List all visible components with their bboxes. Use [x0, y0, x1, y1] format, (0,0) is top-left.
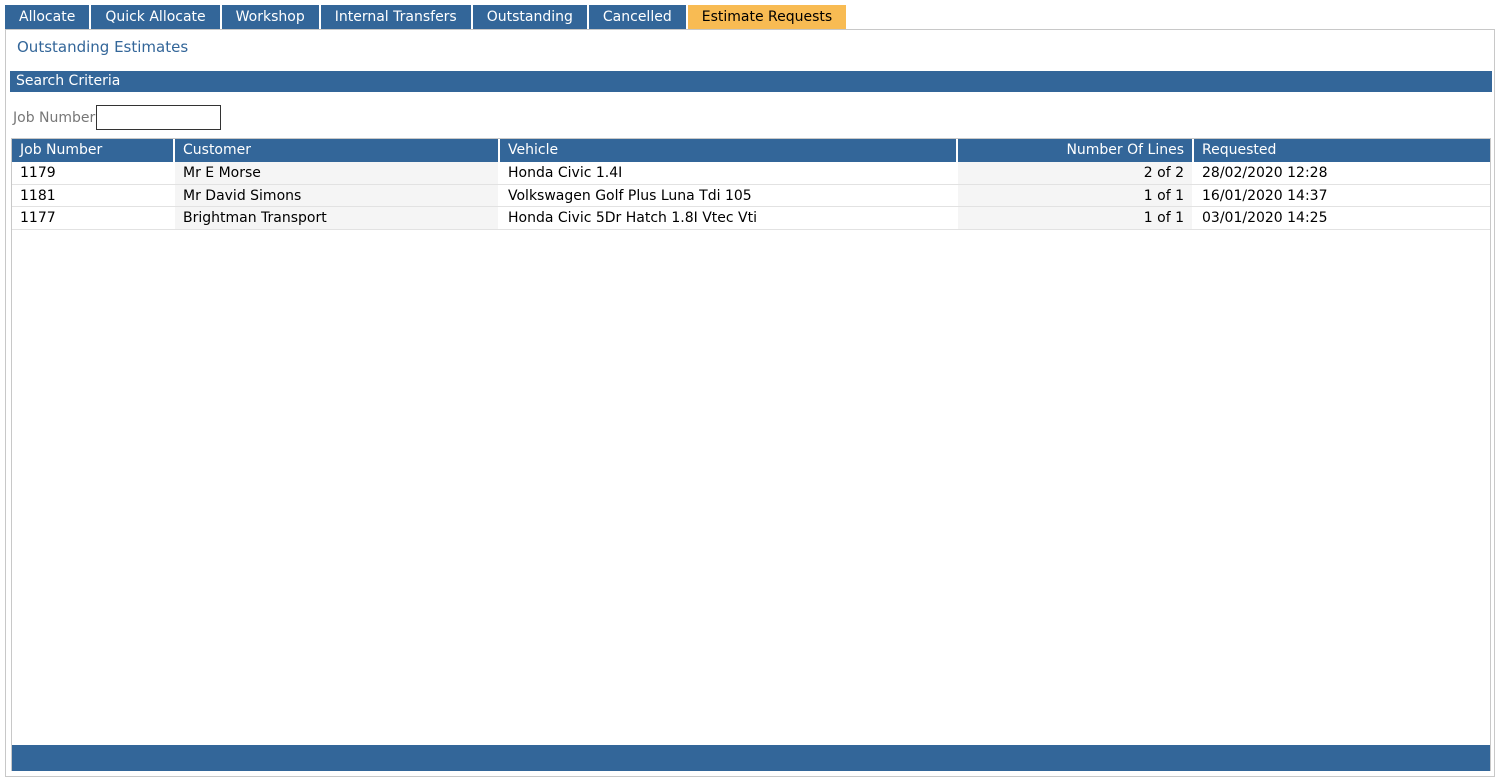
table-row[interactable]: 1181 Mr David Simons Volkswagen Golf Plu…	[12, 184, 1490, 207]
cell-job-number: 1177	[12, 207, 175, 229]
cell-customer: Mr E Morse	[175, 162, 500, 184]
cell-number-of-lines: 1 of 1	[958, 207, 1194, 229]
tab-workshop[interactable]: Workshop	[221, 5, 319, 30]
table-row[interactable]: 1177 Brightman Transport Honda Civic 5Dr…	[12, 207, 1490, 230]
tab-bar: Allocate Quick Allocate Workshop Interna…	[5, 5, 847, 30]
cell-customer: Brightman Transport	[175, 207, 500, 229]
cell-job-number: 1181	[12, 184, 175, 206]
column-header-job-number[interactable]: Job Number	[12, 139, 175, 162]
column-header-customer[interactable]: Customer	[175, 139, 500, 162]
job-number-label: Job Number	[13, 110, 96, 126]
cell-requested: 16/01/2020 14:37	[1202, 187, 1328, 204]
cell-requested: 03/01/2020 14:25	[1202, 210, 1328, 226]
cell-vehicle: Honda Civic 5Dr Hatch 1.8I Vtec Vti	[500, 207, 958, 229]
cell-number-of-lines: 2 of 2	[958, 162, 1194, 184]
table-footer	[12, 745, 1490, 771]
cell-number-of-lines: 1 of 1	[958, 184, 1194, 206]
cell-vehicle: Volkswagen Golf Plus Luna Tdi 105	[500, 184, 958, 206]
cell-vehicle: Honda Civic 1.4I	[500, 162, 958, 184]
cell-requested: 28/02/2020 12:28	[1202, 165, 1328, 181]
tab-internal-transfers[interactable]: Internal Transfers	[320, 5, 471, 30]
job-number-input[interactable]	[96, 105, 221, 130]
tab-allocate[interactable]: Allocate	[5, 5, 90, 30]
tab-quick-allocate[interactable]: Quick Allocate	[91, 5, 220, 30]
main-panel: Outstanding Estimates Search Criteria Jo…	[5, 29, 1495, 777]
column-header-number-of-lines[interactable]: Number Of Lines	[958, 139, 1194, 162]
page-title: Outstanding Estimates	[17, 38, 189, 56]
table-header: Job Number Customer Vehicle Number Of Li…	[12, 139, 1490, 162]
tab-cancelled[interactable]: Cancelled	[588, 5, 686, 30]
tab-estimate-requests[interactable]: Estimate Requests	[687, 5, 847, 30]
search-criteria-header: Search Criteria	[10, 71, 1492, 92]
estimates-table: Job Number Customer Vehicle Number Of Li…	[11, 138, 1491, 771]
table-row[interactable]: 1179 Mr E Morse Honda Civic 1.4I 2 of 2 …	[12, 162, 1490, 185]
cell-job-number: 1179	[12, 162, 175, 184]
column-header-requested[interactable]: Requested	[1194, 139, 1490, 162]
column-header-vehicle[interactable]: Vehicle	[500, 139, 958, 162]
tab-outstanding[interactable]: Outstanding	[472, 5, 587, 30]
cell-customer: Mr David Simons	[175, 184, 500, 206]
